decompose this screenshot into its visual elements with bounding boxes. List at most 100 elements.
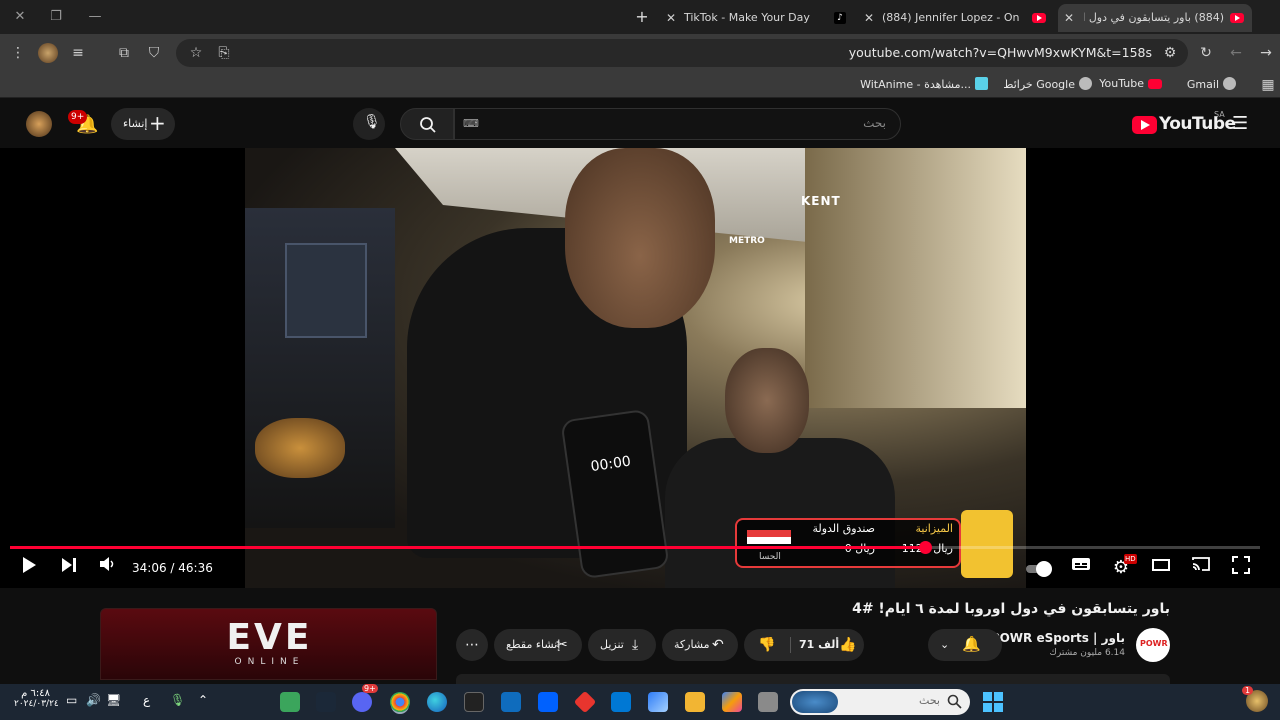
store-icon[interactable] bbox=[648, 692, 668, 712]
dropbox-icon[interactable] bbox=[538, 692, 558, 712]
app-icon-2[interactable] bbox=[501, 692, 521, 712]
account-avatar[interactable] bbox=[26, 111, 52, 137]
globe-icon bbox=[1079, 77, 1092, 90]
close-tab-icon[interactable]: ✕ bbox=[864, 4, 874, 32]
video-frame[interactable]: KENT METRO 00:00 الميزانية 1128 ريال صند… bbox=[245, 148, 1026, 588]
play-button[interactable] bbox=[16, 556, 42, 580]
bookmark-youtube[interactable]: YouTube bbox=[1099, 77, 1162, 90]
tab-jennifer-lopez[interactable]: ✕ (884) Jennifer Lopez - On The Floor bbox=[858, 4, 1054, 32]
reload-icon[interactable]: ↻ bbox=[1196, 43, 1216, 63]
edge-icon[interactable] bbox=[427, 692, 447, 712]
youtube-favicon-icon bbox=[1032, 13, 1046, 23]
discord-icon[interactable]: 9+ bbox=[352, 684, 378, 712]
back-icon[interactable]: → bbox=[1256, 43, 1276, 63]
keyboard-icon[interactable]: ⌨ bbox=[463, 117, 479, 130]
create-button[interactable]: + إنشاء bbox=[111, 108, 175, 140]
bookmark-witanime[interactable]: WitAnime - مشاهدة... bbox=[860, 77, 988, 91]
mic-tray-icon[interactable]: 🎙 bbox=[170, 693, 185, 707]
forward-icon[interactable]: ← bbox=[1226, 43, 1246, 63]
browser-tabstrip: ✕ ❐ — + ✕ TikTok - Make Your Day ♪ ✕ (88… bbox=[0, 0, 1280, 34]
apps-grid-icon[interactable]: ▦ bbox=[1258, 75, 1278, 95]
download-button[interactable]: تنزيل ⤓ bbox=[588, 629, 656, 661]
globe-icon bbox=[1223, 77, 1236, 90]
fullscreen-button[interactable] bbox=[1228, 556, 1254, 580]
clock[interactable]: ٦:٤٨ م ٢٠٢٤/٠٣/٢٤ bbox=[14, 688, 59, 709]
new-tab-icon[interactable]: + bbox=[630, 6, 654, 28]
epic-games-icon[interactable] bbox=[464, 692, 484, 712]
search-button[interactable] bbox=[400, 108, 454, 140]
taskbar-search[interactable]: بحث bbox=[790, 689, 970, 715]
cast-button[interactable] bbox=[1188, 556, 1214, 580]
flag-icon bbox=[747, 530, 791, 544]
eve-online-ad[interactable]: EVE ONLINE bbox=[100, 608, 437, 680]
thumbs-up-icon: 👍 bbox=[839, 637, 857, 653]
like-button[interactable]: 71 ألف 👍 bbox=[791, 629, 864, 661]
settings-button[interactable]: ⚙ HD bbox=[1108, 554, 1137, 580]
subtitles-icon bbox=[1072, 558, 1090, 570]
install-app-icon[interactable]: ⎘ bbox=[214, 43, 234, 63]
autoplay-toggle[interactable] bbox=[1024, 556, 1054, 580]
more-actions-button[interactable]: ⋯ bbox=[456, 629, 488, 661]
extensions-icon[interactable]: ⧉ bbox=[114, 43, 134, 63]
guide-menu-icon[interactable]: ☰ bbox=[1232, 113, 1248, 134]
reading-list-icon[interactable]: ≡ bbox=[68, 43, 88, 63]
bookmark-star-icon[interactable]: ☆ bbox=[186, 43, 206, 63]
scrubber-handle[interactable] bbox=[919, 541, 932, 554]
search-placeholder: بحث bbox=[863, 116, 886, 130]
youtube-logo[interactable]: YouTube SA bbox=[1132, 110, 1236, 136]
chrome-icon[interactable] bbox=[390, 692, 410, 712]
app-icon-1[interactable] bbox=[280, 692, 300, 712]
file-explorer-icon[interactable] bbox=[685, 692, 705, 712]
site-settings-icon[interactable]: ⚙ bbox=[1160, 43, 1180, 63]
description-box[interactable] bbox=[456, 674, 1170, 684]
video-player[interactable]: KENT METRO 00:00 الميزانية 1128 ريال صند… bbox=[0, 148, 1280, 588]
minimize-window-icon[interactable]: — bbox=[83, 6, 107, 28]
steam-icon[interactable] bbox=[316, 692, 336, 712]
tab-active-video[interactable]: ✕ (884) باور يتسابقون في دول اوروبا لمدة… bbox=[1058, 4, 1252, 32]
input-language[interactable]: ع bbox=[143, 693, 150, 707]
widgets-icon[interactable]: 1 bbox=[1242, 686, 1268, 712]
channel-name[interactable]: باور | POWR eSports bbox=[991, 631, 1125, 645]
app-icon-4[interactable] bbox=[758, 692, 778, 712]
bookmark-google-maps[interactable]: خرائط Google bbox=[1003, 77, 1092, 91]
menu-dots-icon[interactable]: ⋮ bbox=[8, 43, 28, 63]
close-window-icon[interactable]: ✕ bbox=[8, 6, 32, 28]
time-display: 34:06 / 46:36 bbox=[132, 561, 213, 575]
tab-tiktok[interactable]: ✕ TikTok - Make Your Day ♪ bbox=[662, 4, 852, 32]
clip-label: إنشاء مقطع bbox=[506, 638, 561, 651]
next-button[interactable] bbox=[56, 556, 82, 580]
network-icon[interactable]: 🖥 bbox=[106, 693, 121, 707]
dislike-button[interactable]: 👎 bbox=[744, 629, 790, 661]
plus-icon: + bbox=[149, 111, 166, 135]
video-title: باور يتسابقون في دول اوروبا لمدة ٦ ايام!… bbox=[852, 601, 1170, 617]
restore-window-icon[interactable]: ❐ bbox=[44, 6, 68, 28]
clip-button[interactable]: إنشاء مقطع ✂ bbox=[494, 629, 582, 661]
shield-icon[interactable]: ⛉ bbox=[144, 43, 164, 63]
tiktok-icon: ♪ bbox=[834, 12, 846, 24]
share-button[interactable]: مشاركة ↶ bbox=[662, 629, 738, 661]
battery-icon[interactable]: ▭ bbox=[66, 693, 77, 707]
share-icon: ↶ bbox=[712, 637, 724, 653]
close-tab-icon[interactable]: ✕ bbox=[1064, 4, 1074, 32]
speaker-icon[interactable]: 🔊 bbox=[86, 693, 101, 707]
close-tab-icon[interactable]: ✕ bbox=[666, 4, 676, 32]
download-icon: ⤓ bbox=[632, 637, 639, 653]
progress-bar[interactable] bbox=[10, 541, 1260, 554]
channel-avatar[interactable]: POWR bbox=[1136, 628, 1170, 662]
profile-avatar[interactable] bbox=[38, 43, 58, 63]
start-button[interactable] bbox=[983, 692, 1003, 712]
ad-subtitle: ONLINE bbox=[234, 657, 305, 667]
tray-chevron-icon[interactable]: ⌃ bbox=[198, 693, 208, 707]
mute-button[interactable] bbox=[94, 556, 120, 580]
voice-search-button[interactable]: 🎙 bbox=[353, 108, 385, 140]
copilot-icon[interactable] bbox=[722, 692, 742, 712]
outlook-icon[interactable] bbox=[611, 692, 631, 712]
bookmark-gmail[interactable]: Gmail bbox=[1187, 77, 1236, 91]
theater-mode-button[interactable] bbox=[1148, 556, 1174, 580]
search-input[interactable]: ⌨ بحث bbox=[454, 108, 901, 140]
address-bar[interactable]: ☆ ⎘ youtube.com/watch?v=QHwvM9xwKYM&t=15… bbox=[176, 39, 1188, 67]
subtitles-button[interactable] bbox=[1068, 556, 1094, 580]
notification-badge: 9+ bbox=[68, 110, 88, 124]
app-icon-3[interactable] bbox=[573, 690, 597, 714]
subscribed-button[interactable]: ⌄ 🔔 bbox=[928, 629, 1002, 661]
